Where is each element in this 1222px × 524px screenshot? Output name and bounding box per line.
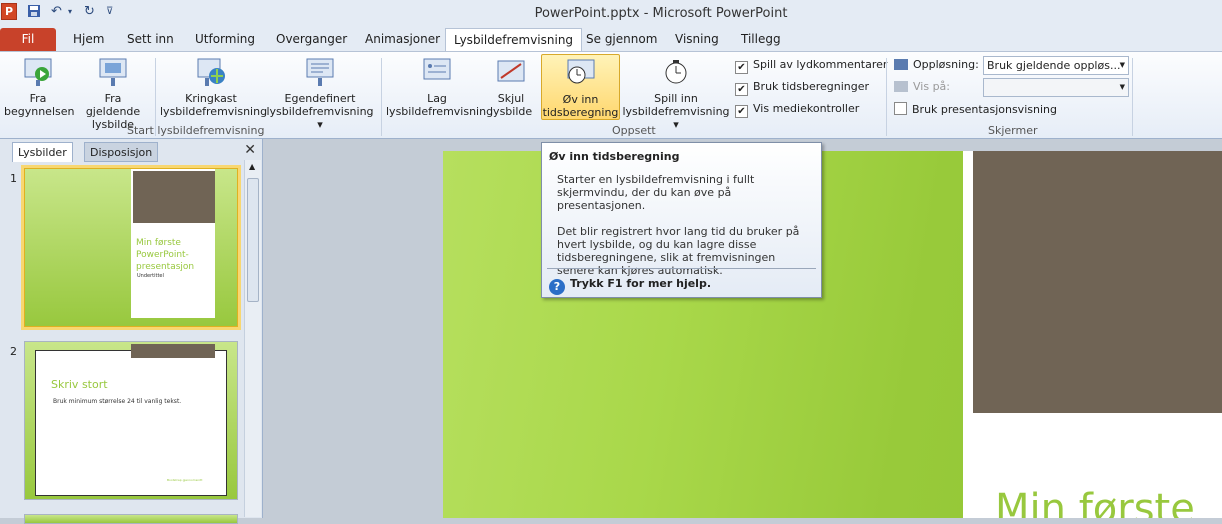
hide-slide-icon bbox=[495, 56, 527, 88]
slides-scrollbar[interactable]: ▲ bbox=[244, 160, 261, 517]
chevron-down-icon: ▼ bbox=[1119, 61, 1125, 69]
chevron-down-icon: ▼ bbox=[1119, 83, 1125, 91]
tab-animations[interactable]: Animasjoner bbox=[365, 27, 440, 52]
ribbon-tabs: Fil Hjem Sett inn Utforming Overganger A… bbox=[0, 27, 1222, 53]
monitor-icon bbox=[894, 59, 908, 70]
scroll-up-icon[interactable]: ▲ bbox=[249, 162, 255, 171]
slide-thumbnail-subtitle: Undertittel bbox=[137, 273, 164, 279]
window-title: PowerPoint.pptx - Microsoft PowerPoint bbox=[534, 6, 788, 21]
slide-thumbnail-title: Min første PowerPoint-presentasjon bbox=[136, 238, 195, 272]
hide-slide-button[interactable]: Skjul lysbilde bbox=[490, 56, 532, 118]
slide-thumbnail-title: Skriv stort bbox=[51, 378, 108, 391]
broadcast-slideshow-button[interactable]: Kringkast lysbildefremvisning bbox=[160, 56, 267, 118]
custom-slideshow-button[interactable]: Egendefinert lysbildefremvisning ▾ bbox=[265, 56, 375, 131]
slide-thumbnail-bullet: Bruk minimum størrelse 24 til vanlig tek… bbox=[53, 398, 182, 405]
close-icon[interactable]: ✕ bbox=[244, 142, 256, 158]
slide-thumbnail-3[interactable] bbox=[24, 514, 238, 524]
tab-file[interactable]: Fil bbox=[0, 28, 56, 52]
group-label-screens: Skjermer bbox=[988, 124, 1038, 137]
checkmark-icon: ✔ bbox=[735, 83, 748, 96]
ribbon: Fra begynnelsen Fra gjeldende lysbilde K… bbox=[0, 51, 1222, 139]
tab-add-ins[interactable]: Tillegg bbox=[741, 27, 781, 52]
title-bar: P ↶ ▾ ↻ ⊽ PowerPoint.pptx - Microsoft Po… bbox=[0, 0, 1222, 27]
tooltip-help: ? Trykk F1 for mer hjelp. bbox=[549, 277, 711, 295]
setup-slideshow-icon bbox=[421, 56, 453, 88]
tab-outline[interactable]: Disposisjon bbox=[84, 142, 159, 162]
resolution-dropdown[interactable]: Bruk gjeldende oppløs... ▼ bbox=[983, 56, 1129, 75]
tab-review[interactable]: Se gjennom bbox=[586, 27, 657, 52]
setup-slideshow-button[interactable]: Lag lysbildefremvisning bbox=[386, 56, 493, 118]
tab-home[interactable]: Hjem bbox=[73, 27, 104, 52]
tab-transitions[interactable]: Overganger bbox=[276, 27, 347, 52]
presenter-view-checkbox[interactable]: Bruk presentasjonsvisning bbox=[894, 102, 1057, 117]
tab-slides[interactable]: Lysbilder bbox=[12, 142, 73, 162]
from-current-slide-button[interactable]: Fra gjeldende lysbilde bbox=[76, 56, 150, 131]
slides-panel: Lysbilder Disposisjon ✕ 1 Min første Pow… bbox=[0, 139, 263, 524]
slide-thumbnail-footer: Bootstrap gjennomsnitt bbox=[167, 478, 203, 482]
from-beginning-button[interactable]: Fra begynnelsen bbox=[4, 56, 74, 118]
broadcast-icon bbox=[195, 56, 227, 88]
custom-slideshow-icon bbox=[304, 56, 336, 88]
slide-number: 1 bbox=[10, 172, 17, 185]
checkmark-icon: ✔ bbox=[735, 105, 748, 118]
group-label-start: Start lysbildefremvisning bbox=[127, 124, 265, 137]
slideshow-play-icon bbox=[22, 56, 54, 88]
rehearse-timings-icon bbox=[565, 57, 597, 89]
monitor-icon bbox=[894, 81, 908, 92]
checkmark-icon: ✔ bbox=[735, 61, 748, 74]
scrollbar-thumb[interactable] bbox=[247, 178, 259, 302]
show-media-controls-checkbox[interactable]: ✔ Vis mediekontroller bbox=[735, 102, 859, 118]
record-slideshow-icon bbox=[660, 56, 692, 88]
use-timings-checkbox[interactable]: ✔ Bruk tidsberegninger bbox=[735, 80, 869, 96]
slide-thumbnail-2[interactable]: Skriv stort Bruk minimum størrelse 24 ti… bbox=[24, 341, 238, 500]
show-on-dropdown[interactable]: ▼ bbox=[983, 78, 1129, 97]
group-label-setup: Oppsett bbox=[612, 124, 656, 137]
resolution-label: Oppløsning: bbox=[894, 58, 979, 72]
rehearse-timings-tooltip: Øv inn tidsberegning Starter en lysbilde… bbox=[541, 142, 822, 298]
tooltip-body: Starter en lysbildefremvisning i fullt s… bbox=[557, 173, 800, 277]
tab-slide-show[interactable]: Lysbildefremvisning bbox=[445, 28, 583, 53]
slideshow-current-icon bbox=[97, 56, 129, 88]
tab-view[interactable]: Visning bbox=[675, 27, 719, 52]
rehearse-timings-button[interactable]: Øv inn tidsberegning bbox=[541, 54, 620, 120]
slide-title[interactable]: Min første bbox=[995, 486, 1222, 518]
record-slideshow-button[interactable]: Spill inn lysbildefremvisning ▾ bbox=[622, 56, 730, 131]
play-narrations-checkbox[interactable]: ✔ Spill av lydkommentarer bbox=[735, 58, 887, 74]
tooltip-title: Øv inn tidsberegning bbox=[549, 150, 680, 163]
slide-thumbnail-1[interactable]: Min første PowerPoint-presentasjon Under… bbox=[21, 165, 241, 330]
slide-number: 2 bbox=[10, 345, 17, 358]
slide-picture-placeholder bbox=[973, 151, 1222, 413]
show-on-label: Vis på: bbox=[894, 80, 950, 94]
tab-design[interactable]: Utforming bbox=[195, 27, 255, 52]
help-icon: ? bbox=[549, 279, 565, 295]
tab-insert[interactable]: Sett inn bbox=[127, 27, 174, 52]
